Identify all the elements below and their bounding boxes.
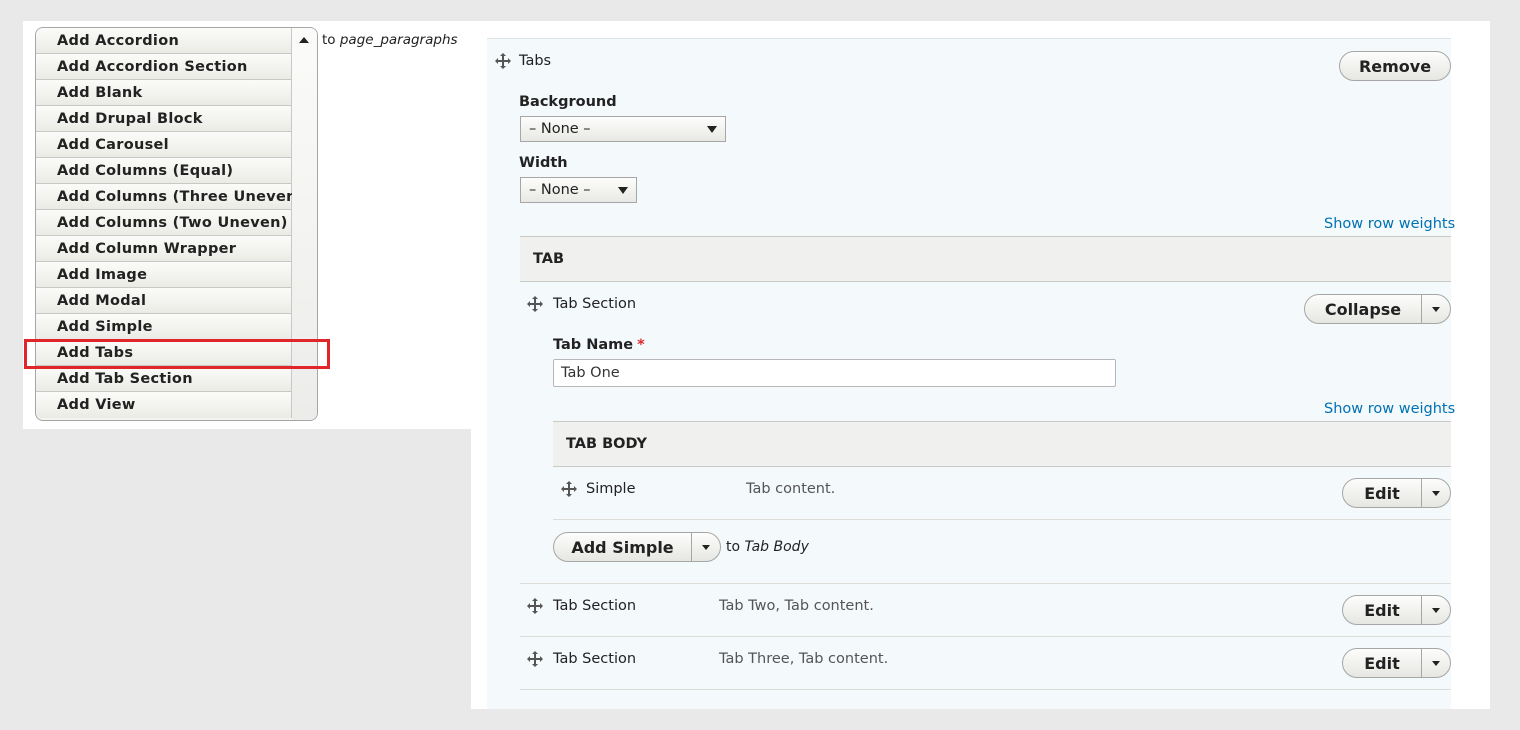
menu-item-add-modal[interactable]: Add Modal xyxy=(36,288,292,314)
show-row-weights-link[interactable]: Show row weights xyxy=(1324,216,1455,232)
chevron-up-icon xyxy=(299,37,309,43)
drag-handle-icon[interactable] xyxy=(527,598,543,614)
to-prefix: to xyxy=(322,32,336,48)
collapse-split-button[interactable]: Collapse xyxy=(1304,294,1451,324)
row-divider xyxy=(520,689,1451,690)
paragraph-form-panel: Tabs Remove Background – None – Width – … xyxy=(471,21,1490,709)
tab-section-summary: Tab Two, Tab content. xyxy=(719,598,874,614)
simple-type-label: Simple xyxy=(586,481,636,497)
to-target: Tab Body xyxy=(744,539,809,555)
background-select[interactable]: – None – xyxy=(520,116,726,142)
edit-button[interactable]: Edit xyxy=(1343,649,1422,677)
background-select-value: – None – xyxy=(529,121,591,137)
tab-name-label-text: Tab Name xyxy=(553,337,634,353)
menu-item-add-blank[interactable]: Add Blank xyxy=(36,80,292,106)
tab-section-type-label: Tab Section xyxy=(553,296,637,312)
row-divider xyxy=(553,519,1451,520)
row-divider xyxy=(520,583,1451,584)
remove-button[interactable]: Remove xyxy=(1339,51,1451,81)
add-simple-split-button[interactable]: Add Simple xyxy=(553,532,721,562)
tab-section-type-label: Tab Section xyxy=(553,651,637,667)
add-simple-options-toggle[interactable] xyxy=(692,533,720,561)
edit-options-toggle[interactable] xyxy=(1422,596,1450,624)
menu-item-add-image[interactable]: Add Image xyxy=(36,262,292,288)
highlight-box xyxy=(24,339,330,369)
tab-name-label: Tab Name * xyxy=(553,337,645,353)
menu-item-add-columns-three-uneven[interactable]: Add Columns (Three Uneven) xyxy=(36,184,303,210)
menu-item-add-accordion[interactable]: Add Accordion xyxy=(36,28,292,54)
edit-button[interactable]: Edit xyxy=(1343,479,1422,507)
width-select[interactable]: – None – xyxy=(520,177,637,203)
chevron-down-icon xyxy=(1432,306,1440,312)
edit-split-button[interactable]: Edit xyxy=(1342,595,1451,625)
edit-split-button[interactable]: Edit xyxy=(1342,478,1451,508)
drag-handle-icon[interactable] xyxy=(561,481,577,497)
add-simple-target-text: to Tab Body xyxy=(726,539,809,555)
tab-table-header: TAB xyxy=(520,236,1451,282)
edit-split-button[interactable]: Edit xyxy=(1342,648,1451,678)
row-divider xyxy=(520,636,1451,637)
menu-item-add-columns-two-uneven[interactable]: Add Columns (Two Uneven) xyxy=(36,210,292,236)
simple-summary: Tab content. xyxy=(746,481,836,497)
menu-item-add-tab-section[interactable]: Add Tab Section xyxy=(36,366,292,392)
to-prefix: to xyxy=(726,539,741,555)
drag-handle-icon[interactable] xyxy=(527,296,543,312)
show-row-weights-link[interactable]: Show row weights xyxy=(1324,401,1455,417)
chevron-down-icon xyxy=(1432,660,1440,666)
menu-item-add-column-wrapper[interactable]: Add Column Wrapper xyxy=(36,236,292,262)
add-target-text: to page_paragraphs xyxy=(322,32,458,48)
tabs-paragraph: Tabs Remove Background – None – Width – … xyxy=(487,38,1455,709)
edit-options-toggle[interactable] xyxy=(1422,649,1450,677)
tab-section-summary: Tab Three, Tab content. xyxy=(719,651,889,667)
required-marker: * xyxy=(637,337,645,353)
tab-section-type-label: Tab Section xyxy=(553,598,637,614)
width-label: Width xyxy=(519,155,568,171)
chevron-down-icon xyxy=(702,544,710,550)
chevron-down-icon xyxy=(1432,490,1440,496)
menu-item-add-accordion-section[interactable]: Add Accordion Section xyxy=(36,54,292,80)
background-label: Background xyxy=(519,94,617,110)
menu-item-add-simple[interactable]: Add Simple xyxy=(36,314,292,340)
menu-item-add-drupal-block[interactable]: Add Drupal Block xyxy=(36,106,292,132)
tab-body-table-header: TAB BODY xyxy=(553,421,1451,467)
chevron-down-icon xyxy=(707,126,717,133)
add-paragraph-panel: Add Accordion Add Accordion Section Add … xyxy=(23,21,471,429)
tab-name-input[interactable]: Tab One xyxy=(553,359,1116,387)
collapse-button[interactable]: Collapse xyxy=(1305,295,1422,323)
drag-handle-icon[interactable] xyxy=(495,53,511,69)
menu-item-add-columns-equal[interactable]: Add Columns (Equal) xyxy=(36,158,292,184)
edit-options-toggle[interactable] xyxy=(1422,479,1450,507)
paragraph-type-label: Tabs xyxy=(519,53,552,69)
drag-handle-icon[interactable] xyxy=(527,651,543,667)
add-simple-button[interactable]: Add Simple xyxy=(554,533,692,561)
to-target: page_paragraphs xyxy=(339,32,458,48)
edit-button[interactable]: Edit xyxy=(1343,596,1422,624)
collapse-options-toggle[interactable] xyxy=(1422,295,1450,323)
width-select-value: – None – xyxy=(529,182,591,198)
chevron-down-icon xyxy=(618,187,628,194)
menu-item-add-view[interactable]: Add View xyxy=(36,392,292,418)
chevron-down-icon xyxy=(1432,607,1440,613)
menu-item-add-carousel[interactable]: Add Carousel xyxy=(36,132,292,158)
